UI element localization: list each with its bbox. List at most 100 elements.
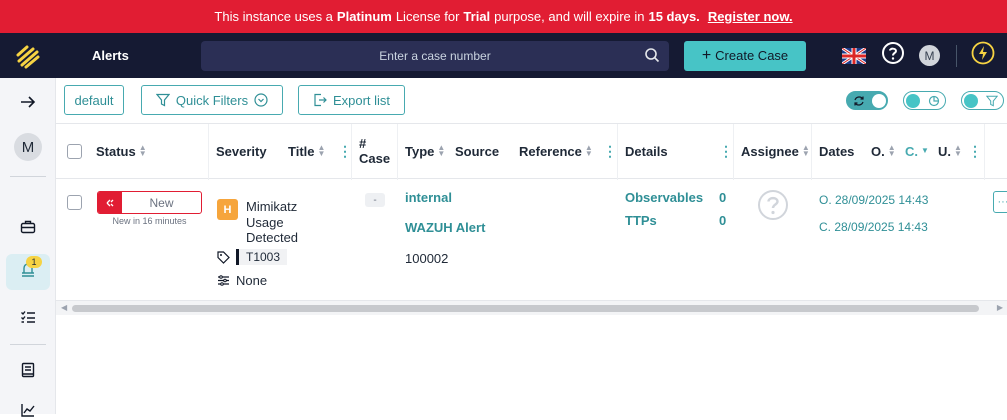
col-title[interactable]: Title ▲ ▼ [288,124,325,178]
toggle-knob [906,93,920,108]
sort-icon: ▲ ▼ [437,143,446,158]
table-row[interactable]: New New in 16 minutes H Mimikatz Usage D… [56,179,1007,301]
alert-title-line3: Detected [246,230,299,245]
col-divider [617,124,618,180]
tag-chip[interactable]: T1003 [236,249,288,265]
col-reference[interactable]: Reference ▲ ▼ [519,124,593,178]
pie-chart-icon [928,95,940,106]
tags-cell: T1003 [217,249,288,265]
col-status[interactable]: Status ▲ ▼ [96,124,147,178]
tlp-value: None [236,273,268,288]
quick-filters-button[interactable]: Quick Filters [141,85,283,115]
observables-count: 0 [719,190,727,205]
ttps-count: 0 [719,213,727,228]
banner-days: 15 days. [648,9,700,24]
chart-icon [21,404,35,417]
col-menu-icon[interactable]: ⋮ [338,124,352,178]
book-icon [21,362,35,378]
case-search [201,40,669,71]
status-badge[interactable]: New [97,191,202,214]
col-divider [397,124,398,180]
col-menu-icon[interactable]: ⋮ [968,124,982,178]
col-u-label: U. [938,143,951,159]
briefcase-icon [20,220,36,234]
banner-text-2: License for [395,9,460,24]
sidebar: M 1 [0,78,56,417]
app-logo[interactable] [0,33,56,78]
col-severity[interactable]: Severity [216,124,267,178]
toggle-knob [872,93,886,108]
auto-refresh-toggle[interactable] [846,91,888,110]
sort-icon: ▲ ▼ [887,143,896,158]
plus-icon: + [701,46,712,64]
ttps-link[interactable]: TTPs [625,213,657,228]
sidebar-user[interactable]: M [0,132,56,162]
banner-license: Platinum [336,9,392,24]
scroll-right-icon[interactable]: ▶ [997,303,1003,312]
search-input[interactable] [235,48,635,63]
scroll-left-icon[interactable]: ◀ [61,303,67,312]
col-details[interactable]: Details [625,124,668,178]
col-source[interactable]: Source [455,124,499,178]
source-link[interactable]: WAZUH Alert [405,220,485,235]
observables-link[interactable]: Observables [625,190,703,205]
user-avatar[interactable]: M [919,45,940,66]
col-date-updated[interactable]: U. ▲ ▼ [938,124,962,178]
refresh-icon [854,95,864,106]
col-menu-icon[interactable]: ⋮ [603,124,617,178]
col-date-opened[interactable]: O. ▲ ▼ [871,124,896,178]
scrollbar-thumb[interactable] [72,305,979,312]
col-assignee-label: Assignee [741,143,799,159]
more-actions-button[interactable]: ··· [993,191,1007,213]
col-case-number[interactable]: # Case [359,124,390,178]
alert-title-line2: Usage [246,214,284,230]
sort-icon: ▲ ▼ [138,143,147,158]
status-label: New [149,195,174,210]
sidebar-item-knowledge[interactable] [0,360,56,380]
uk-flag-icon[interactable] [841,46,867,65]
title-cell[interactable]: Mimikatz Usage Detected [246,199,298,246]
checklist-icon [21,311,35,323]
status-cell[interactable]: New New in 16 minutes [97,191,202,226]
sidebar-item-tasks[interactable] [0,307,56,327]
severity-cell: H [217,199,238,220]
sidebar-divider [10,176,46,177]
help-icon[interactable] [881,41,905,70]
horizontal-scrollbar[interactable]: ◀ ▶ [56,301,1007,315]
stats-toggle[interactable] [903,91,946,110]
register-link[interactable]: Register now. [708,9,793,24]
create-case-button[interactable]: + Create Case [684,40,806,71]
row-actions-cell: ··· [993,191,1007,213]
sidebar-item-alerts[interactable]: 1 [6,254,50,290]
alerts-count-badge: 1 [26,255,42,268]
col-severity-label: Severity [216,143,267,159]
row-checkbox[interactable] [67,195,82,210]
search-icon[interactable] [644,47,660,68]
collapse-sidebar-button[interactable] [0,92,56,112]
default-filter-button[interactable]: default [64,85,124,115]
col-type[interactable]: Type ▲ ▼ [405,124,445,178]
alert-title-line1: Mimikatz [246,199,298,214]
unassigned-icon [758,190,788,220]
col-menu-icon[interactable]: ⋮ [719,124,733,178]
status-icon [98,192,122,213]
top-navbar: Alerts + Create Case M [0,33,1007,78]
col-assignee[interactable]: Assignee ▲ ▼ [741,124,810,178]
lightning-icon[interactable] [971,41,995,70]
col-dates[interactable]: Dates [819,124,854,178]
assignee-cell[interactable] [757,189,789,224]
toggle-knob [964,93,978,108]
col-dates-label: Dates [819,143,855,159]
select-all-checkbox[interactable] [67,124,82,178]
alerts-table: Status ▲ ▼ Severity Title ▲ ▼ ⋮ # Case Type ▲… [56,123,1007,301]
export-list-button[interactable]: Export list [298,85,405,115]
col-case-hash: # [359,136,367,151]
sidebar-item-cases[interactable] [0,217,56,237]
case-number-chip: - [365,193,385,207]
type-link[interactable]: internal [405,190,452,205]
sort-icon: ▲ ▼ [584,143,593,158]
filters-toggle[interactable] [961,91,1004,110]
sidebar-avatar: M [14,133,42,161]
col-date-created[interactable]: C. ▼ [905,124,929,178]
sidebar-item-dashboards[interactable] [0,400,56,420]
